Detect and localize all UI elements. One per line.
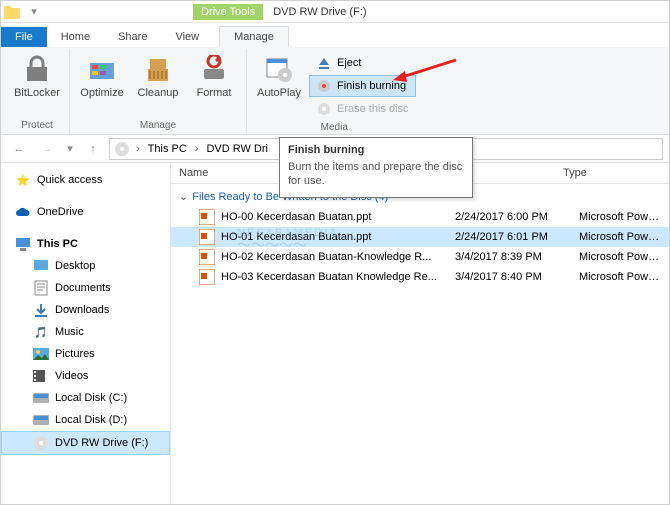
autoplay-button[interactable]: AutoPlay	[253, 49, 305, 120]
eject-icon	[316, 55, 332, 71]
sidebar-item-local-d[interactable]: Local Disk (D:)	[1, 409, 170, 431]
file-date: 3/4/2017 8:40 PM	[455, 271, 579, 283]
chevron-right-icon[interactable]: ›	[132, 143, 144, 155]
sidebar-item-local-c[interactable]: Local Disk (C:)	[1, 387, 170, 409]
file-type: Microsoft PowerP...	[579, 271, 661, 283]
group-manage: Optimize Cleanup Format Manage	[70, 49, 247, 134]
star-icon: ⭐	[15, 172, 31, 188]
quick-access-toolbar: ▾	[3, 3, 43, 21]
folder-icon	[3, 3, 21, 21]
sidebar-item-onedrive[interactable]: OneDrive	[1, 201, 170, 223]
tab-share[interactable]: Share	[104, 27, 161, 47]
file-type: Microsoft PowerP...	[579, 211, 661, 223]
forward-button[interactable]: →	[35, 137, 59, 161]
file-date: 2/24/2017 6:00 PM	[455, 211, 579, 223]
documents-icon	[33, 280, 49, 296]
col-type[interactable]: Type	[563, 167, 661, 179]
sidebar-item-this-pc[interactable]: This PC	[1, 233, 170, 255]
cloud-icon	[15, 204, 31, 220]
ppt-icon	[199, 249, 215, 265]
erase-disc-button: Erase this disc	[309, 98, 416, 120]
erase-icon	[316, 101, 332, 117]
format-icon	[198, 53, 230, 85]
drive-icon	[33, 412, 49, 428]
up-button[interactable]: ↑	[81, 137, 105, 161]
sidebar-item-videos[interactable]: Videos	[1, 365, 170, 387]
sidebar-item-dvd[interactable]: DVD RW Drive (F:)	[1, 431, 170, 455]
file-row[interactable]: HO-00 Kecerdasan Buatan.ppt2/24/2017 6:0…	[171, 207, 669, 227]
optimize-icon	[86, 53, 118, 85]
ppt-icon	[199, 229, 215, 245]
burn-icon	[316, 78, 332, 94]
pc-icon	[15, 236, 31, 252]
file-name: HO-00 Kecerdasan Buatan.ppt	[221, 211, 455, 223]
file-date: 3/4/2017 8:39 PM	[455, 251, 579, 263]
tooltip-title: Finish burning	[288, 144, 464, 156]
cleanup-icon	[142, 53, 174, 85]
ribbon-tabs: File Home Share View Manage	[1, 23, 669, 47]
autoplay-icon	[263, 53, 295, 85]
file-row[interactable]: HO-02 Kecerdasan Buatan-Knowledge R...3/…	[171, 247, 669, 267]
file-name: HO-02 Kecerdasan Buatan-Knowledge R...	[221, 251, 455, 263]
tooltip-body: Burn the items and prepare the disc for …	[288, 160, 464, 189]
chevron-right-icon[interactable]: ›	[191, 143, 203, 155]
file-type: Microsoft PowerP...	[579, 251, 661, 263]
back-button[interactable]: ←	[7, 137, 31, 161]
tab-view[interactable]: View	[161, 27, 213, 47]
disc-icon	[114, 141, 130, 157]
tooltip-finish-burning: Finish burning Burn the items and prepar…	[279, 137, 473, 198]
tab-file[interactable]: File	[1, 27, 47, 47]
contextual-tab-label: Drive Tools	[193, 4, 263, 20]
format-button[interactable]: Format	[188, 49, 240, 99]
cleanup-button[interactable]: Cleanup	[132, 49, 184, 99]
navigation-pane: ⭐Quick access OneDrive This PC Desktop D…	[1, 163, 171, 504]
bitlocker-icon	[21, 53, 53, 85]
music-icon: 🎵	[33, 324, 49, 340]
window-title: DVD RW Drive (F:)	[273, 6, 366, 18]
recent-dropdown[interactable]: ▾	[63, 137, 77, 161]
pictures-icon	[33, 346, 49, 362]
file-list: Name odified Type ⌄ Files Ready to Be Wr…	[171, 163, 669, 504]
group-protect-label: Protect	[21, 118, 53, 134]
group-protect: BitLocker Protect	[5, 49, 70, 134]
main-content: ⭐Quick access OneDrive This PC Desktop D…	[1, 163, 669, 504]
file-name: HO-03 Kecerdasan Buatan Knowledge Re...	[221, 271, 455, 283]
annotation-arrow	[391, 56, 461, 86]
bitlocker-button[interactable]: BitLocker	[11, 49, 63, 99]
tab-home[interactable]: Home	[47, 27, 104, 47]
group-media-label: Media	[321, 120, 348, 136]
sidebar-item-desktop[interactable]: Desktop	[1, 255, 170, 277]
sidebar-item-downloads[interactable]: Downloads	[1, 299, 170, 321]
sidebar-item-music[interactable]: 🎵Music	[1, 321, 170, 343]
downloads-icon	[33, 302, 49, 318]
drive-icon	[33, 390, 49, 406]
file-row[interactable]: HO-03 Kecerdasan Buatan Knowledge Re...3…	[171, 267, 669, 287]
crumb-drive[interactable]: DVD RW Dri	[204, 143, 270, 155]
sidebar-item-quick-access[interactable]: ⭐Quick access	[1, 169, 170, 191]
title-bar: ▾ Drive Tools DVD RW Drive (F:)	[1, 1, 669, 23]
tab-manage[interactable]: Manage	[219, 26, 289, 47]
sidebar-item-pictures[interactable]: Pictures	[1, 343, 170, 365]
file-date: 2/24/2017 6:01 PM	[455, 231, 579, 243]
group-manage-label: Manage	[140, 118, 176, 134]
ribbon: BitLocker Protect Optimize Cleanup Forma…	[1, 47, 669, 135]
file-row[interactable]: HO-01 Kecerdasan Buatan.ppt2/24/2017 6:0…	[171, 227, 669, 247]
crumb-this-pc[interactable]: This PC	[146, 143, 189, 155]
sidebar-item-documents[interactable]: Documents	[1, 277, 170, 299]
ppt-icon	[199, 209, 215, 225]
videos-icon	[33, 368, 49, 384]
desktop-icon	[33, 258, 49, 274]
optimize-button[interactable]: Optimize	[76, 49, 128, 99]
ppt-icon	[199, 269, 215, 285]
qat-dropdown-icon[interactable]: ▾	[25, 3, 43, 21]
file-name: HO-01 Kecerdasan Buatan.ppt	[221, 231, 455, 243]
disc-icon	[33, 435, 49, 451]
file-type: Microsoft PowerP...	[579, 231, 661, 243]
chevron-down-icon: ⌄	[179, 190, 188, 203]
